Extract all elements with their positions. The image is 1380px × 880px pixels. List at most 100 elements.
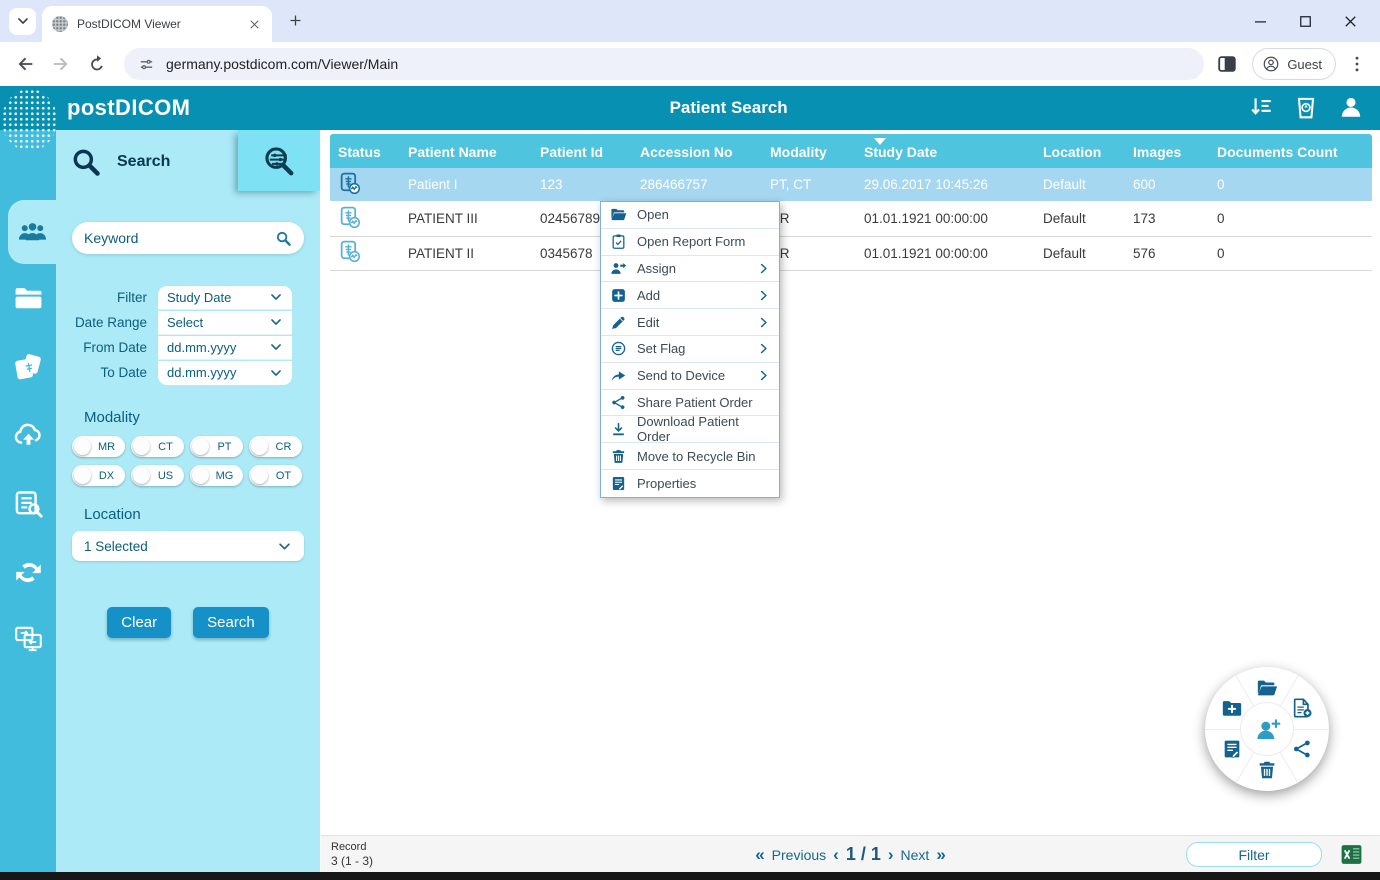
cell-documents-count: 0 [1217, 245, 1225, 261]
column-header-modality[interactable]: Modality [770, 134, 864, 168]
side-panel-icon[interactable] [1216, 53, 1238, 75]
close-icon[interactable] [1341, 12, 1360, 31]
filter-button[interactable]: Filter [1186, 842, 1322, 867]
sidebar-item-worklist[interactable] [0, 473, 56, 533]
sidebar-item-devices[interactable] [0, 607, 56, 667]
table-row[interactable]: PATIENT II0345678CR01.01.1921 00:00:00De… [330, 236, 1372, 271]
menu-item-open-report-form[interactable]: Open Report Form [601, 228, 779, 256]
menu-item-label: Download Patient Order [637, 414, 739, 445]
back-icon[interactable] [14, 53, 36, 75]
filter-select[interactable]: Study Date [158, 285, 292, 310]
recycle-bin-button[interactable] [1293, 94, 1319, 120]
menu-item-set-flag[interactable]: Set Flag [601, 335, 779, 363]
last-page-icon[interactable]: » [936, 845, 945, 865]
filter-label: Filter [117, 290, 147, 305]
site-settings-icon[interactable] [138, 56, 155, 73]
modality-toggle-pt[interactable]: PT [190, 436, 243, 457]
tab-search-button[interactable] [9, 7, 36, 35]
first-page-icon[interactable]: « [755, 845, 764, 865]
url-text: germany.postdicom.com/Viewer/Main [166, 56, 399, 72]
forward-icon[interactable] [50, 53, 72, 75]
menu-item-open[interactable]: Open [601, 202, 779, 229]
to-date-select[interactable]: dd.mm.yyyy [158, 360, 292, 385]
modality-toggle-ct[interactable]: CT [131, 436, 184, 457]
modality-toggle-us[interactable]: US [131, 465, 184, 486]
column-header-status[interactable]: Status [338, 134, 408, 168]
prev-arrow-icon[interactable]: ‹ [833, 845, 839, 865]
modality-label-mg: MG [215, 469, 234, 482]
from-date-select[interactable]: dd.mm.yyyy [158, 335, 292, 360]
column-header-patient-id[interactable]: Patient Id [540, 134, 640, 168]
maximize-icon[interactable] [1296, 12, 1315, 31]
sidebar-item-sync[interactable] [0, 542, 56, 602]
study-status-icon [338, 171, 363, 196]
browser-tab[interactable]: PostDICOM Viewer [42, 6, 272, 42]
account-button[interactable] [1338, 94, 1364, 120]
sidebar-item-patients[interactable] [8, 200, 56, 264]
radial-properties-button[interactable] [1221, 738, 1243, 760]
modality-toggle-mr[interactable]: MR [72, 436, 125, 457]
radial-delete-button[interactable] [1256, 759, 1278, 781]
column-label: Modality [770, 144, 827, 160]
profile-button[interactable]: Guest [1252, 48, 1336, 80]
sidebar-item-folders[interactable] [0, 268, 56, 328]
sort-order-button[interactable] [1248, 94, 1274, 120]
modality-toggle-ot[interactable]: OT [249, 465, 302, 486]
menu-item-share-patient-order[interactable]: Share Patient Order [601, 389, 779, 417]
tab-search[interactable]: Search [70, 142, 230, 182]
toggle-knob [192, 438, 209, 455]
modality-label-ot: OT [275, 469, 292, 482]
menu-item-assign[interactable]: Assign [601, 255, 779, 283]
keyword-input[interactable] [84, 230, 275, 246]
radial-add-folder-button[interactable] [1221, 697, 1243, 719]
tab-close-icon[interactable] [247, 17, 262, 32]
menu-item-download-patient-order[interactable]: Download Patient Order [601, 414, 779, 445]
column-header-patient-name[interactable]: Patient Name [408, 134, 540, 168]
menu-item-send-to-device[interactable]: Send to Device [601, 362, 779, 390]
clear-button[interactable]: Clear [107, 607, 172, 638]
sidebar-item-images[interactable] [0, 337, 56, 397]
profile-label: Guest [1287, 56, 1322, 72]
sidebar-item-upload[interactable] [0, 405, 56, 465]
date-range-select[interactable]: Select [158, 310, 292, 335]
previous-page-button[interactable]: Previous [772, 847, 826, 863]
location-select[interactable]: 1 Selected [72, 531, 304, 561]
cell-location: Default [1043, 211, 1086, 227]
column-header-study-date[interactable]: Study Date [864, 134, 1043, 168]
menu-item-label: Share Patient Order [637, 394, 753, 410]
keyword-search-icon[interactable] [275, 230, 292, 247]
menu-item-properties[interactable]: Properties [601, 469, 779, 497]
table-body: Patient I 123 286466757 PT, CT 29.06.2017 10… [330, 168, 1372, 271]
column-header-images[interactable]: Images [1133, 134, 1217, 168]
report-icon [610, 233, 627, 250]
reload-icon[interactable] [86, 53, 108, 75]
modality-toggle-cr[interactable]: CR [249, 436, 302, 457]
next-page-button[interactable]: Next [901, 847, 930, 863]
export-excel-icon[interactable] [1339, 842, 1364, 867]
context-menu: Open Open Report Form Assign Add Edit Set Fla… [600, 201, 780, 498]
menu-item-add[interactable]: Add [601, 282, 779, 310]
column-header-location[interactable]: Location [1043, 134, 1133, 168]
table-row[interactable]: Patient I 123 286466757 PT, CT 29.06.2017 10… [330, 168, 1372, 203]
list-search-icon [13, 488, 44, 519]
radial-assign-user-button[interactable] [1241, 703, 1293, 755]
modality-toggle-dx[interactable]: DX [72, 465, 125, 486]
browser-menu-icon[interactable] [1347, 54, 1367, 74]
next-arrow-icon[interactable]: › [888, 845, 894, 865]
new-tab-button[interactable] [284, 9, 308, 33]
radial-add-report-button[interactable] [1291, 697, 1313, 719]
menu-item-edit[interactable]: Edit [601, 309, 779, 336]
url-bar[interactable]: germany.postdicom.com/Viewer/Main [124, 48, 1205, 80]
radial-share-button[interactable] [1291, 738, 1313, 760]
menu-item-move-to-recycle-bin[interactable]: Move to Recycle Bin [601, 443, 779, 470]
modality-label-us: US [157, 469, 174, 482]
tab-advanced-search[interactable] [238, 130, 320, 191]
minimize-icon[interactable] [1251, 12, 1270, 31]
radial-open-button[interactable] [1256, 677, 1278, 699]
column-header-accession-no[interactable]: Accession No [640, 134, 770, 168]
column-header-documents-count[interactable]: Documents Count [1217, 134, 1372, 168]
modality-toggle-mg[interactable]: MG [190, 465, 243, 486]
postdicom-logo-icon [2, 89, 57, 151]
search-button[interactable]: Search [193, 607, 269, 638]
table-row[interactable]: PATIENT III02456789CR01.01.1921 00:00:00… [330, 202, 1372, 237]
